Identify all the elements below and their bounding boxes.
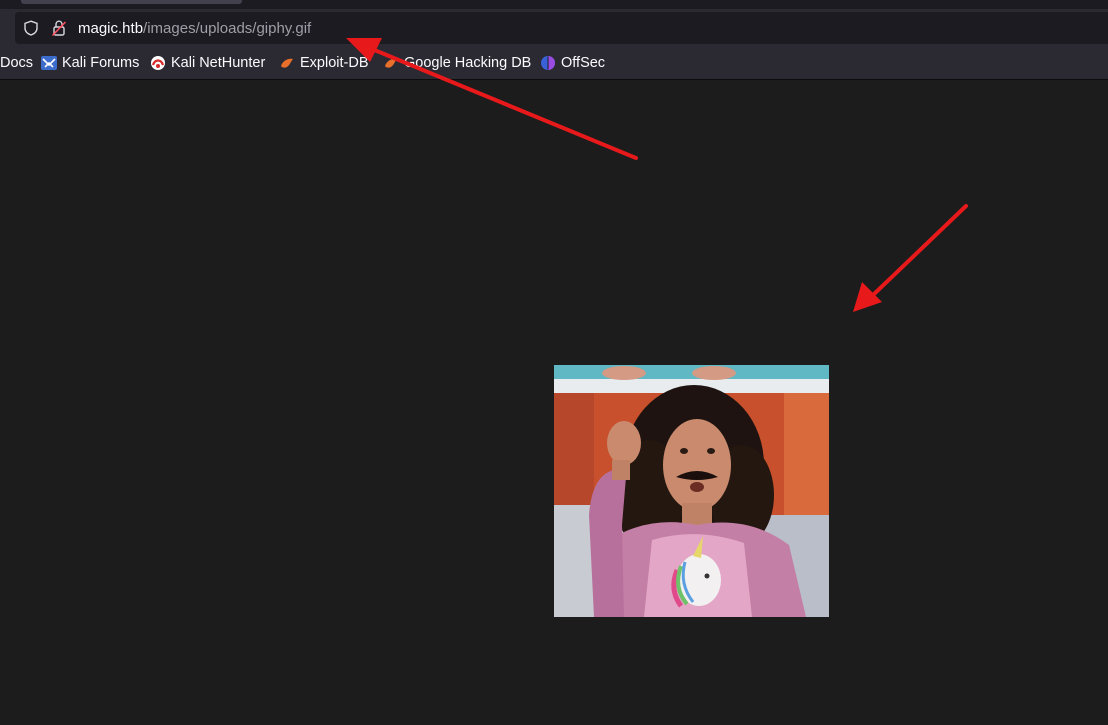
offsec-icon	[541, 56, 555, 70]
exploit-db-icon	[281, 58, 293, 68]
url-text[interactable]: magic.htb/images/uploads/giphy.gif	[78, 20, 311, 37]
uploaded-gif-image	[554, 365, 829, 617]
insecure-lock-icon[interactable]	[51, 19, 67, 37]
kali-forums-icon	[41, 56, 57, 70]
bookmark-label: OffSec	[561, 55, 606, 71]
tracking-protection-shield-icon[interactable]	[23, 20, 39, 36]
navigation-toolbar: magic.htb/images/uploads/giphy.gif	[0, 9, 1108, 47]
kali-nethunter-icon	[151, 56, 165, 70]
bookmark-label: Exploit-DB	[300, 55, 369, 71]
bookmark-kali-forums[interactable]: Kali Forums	[41, 54, 139, 72]
bookmarks-toolbar: Docs Kali Forums Kali NetHunter Exploit-…	[0, 47, 1108, 80]
url-host: magic.htb	[78, 20, 144, 37]
bookmark-kali-nethunter[interactable]: Kali NetHunter	[150, 54, 265, 72]
bookmark-label: Kali Forums	[62, 55, 140, 71]
bookmark-label: Docs	[0, 55, 34, 71]
bookmark-offsec[interactable]: OffSec	[540, 54, 605, 72]
tab-strip	[0, 0, 1108, 9]
google-hacking-db-icon	[385, 58, 397, 68]
bookmark-label: Kali NetHunter	[171, 55, 266, 71]
bookmark-label: Google Hacking DB	[404, 55, 532, 71]
bookmark-docs[interactable]: Docs	[0, 54, 33, 72]
url-path: /images/uploads/giphy.gif	[143, 20, 312, 37]
bookmark-exploit-db[interactable]: Exploit-DB	[279, 54, 369, 72]
active-tab[interactable]	[21, 0, 242, 4]
gif-frame-illustration	[554, 365, 829, 617]
address-bar[interactable]: magic.htb/images/uploads/giphy.gif	[15, 12, 1108, 44]
bookmark-google-hacking-db[interactable]: Google Hacking DB	[383, 54, 531, 72]
